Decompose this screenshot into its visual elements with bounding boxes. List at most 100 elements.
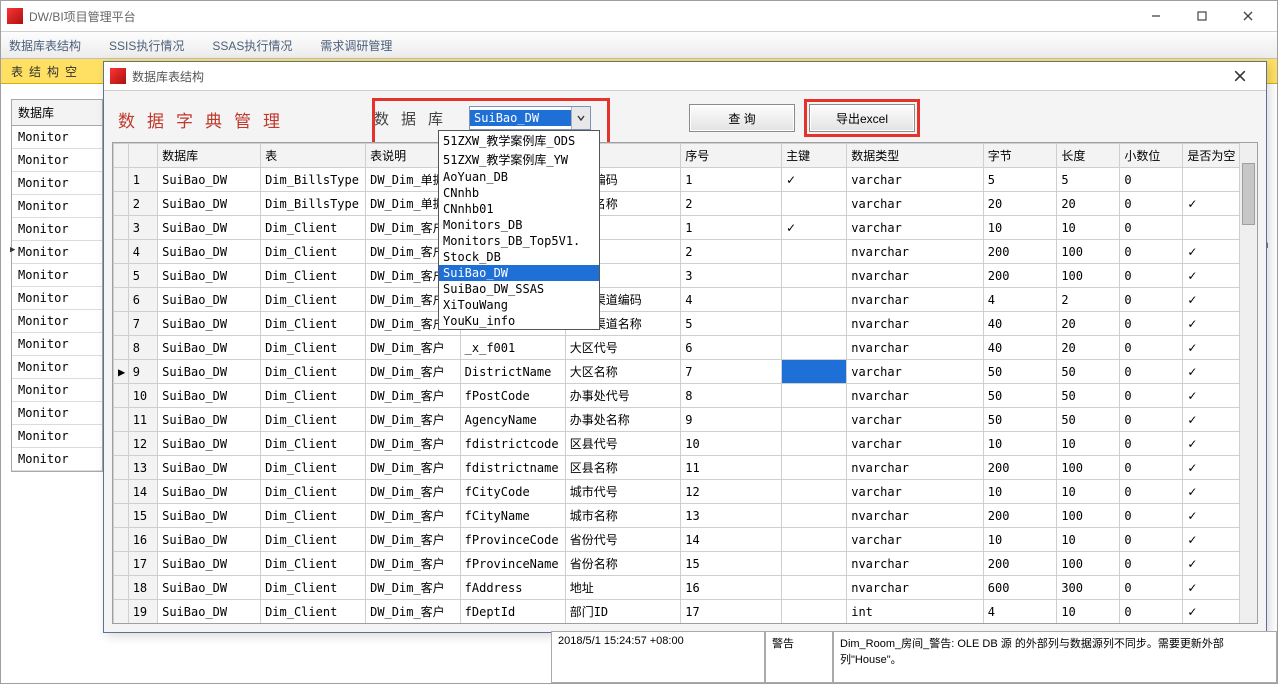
cell[interactable]: 50 — [983, 360, 1057, 384]
cell[interactable]: Dim_BillsType — [261, 168, 366, 192]
cell[interactable]: 17 — [128, 552, 157, 576]
cell[interactable]: 13 — [128, 456, 157, 480]
dropdown-option[interactable]: Monitors_DB_Top5V1. — [439, 233, 599, 249]
dropdown-option[interactable]: CNnhb — [439, 185, 599, 201]
table-row[interactable]: 7SuiBao_DWDim_ClientDW_Dim_客户DitchName销售… — [114, 312, 1257, 336]
cell[interactable]: nvarchar — [847, 456, 984, 480]
back-col-cell[interactable]: Monitor — [12, 310, 102, 333]
cell[interactable]: 5 — [128, 264, 157, 288]
cell[interactable]: DW_Dim_客户 — [366, 456, 461, 480]
cell[interactable]: Dim_Client — [261, 528, 366, 552]
cell[interactable]: varchar — [847, 480, 984, 504]
back-col-cell[interactable]: Monitor — [12, 218, 102, 241]
query-button[interactable]: 查 询 — [689, 104, 795, 132]
cell[interactable]: 10 — [983, 528, 1057, 552]
cell[interactable]: SuiBao_DW — [158, 264, 261, 288]
cell[interactable]: fCityName — [460, 504, 565, 528]
data-grid[interactable]: 数据库表表说明序号主键数据类型字节长度小数位是否为空1SuiBao_DWDim_… — [112, 142, 1258, 624]
cell[interactable]: int — [847, 600, 984, 624]
cell[interactable]: ✓ — [1183, 624, 1257, 625]
table-row[interactable]: 12SuiBao_DWDim_ClientDW_Dim_客户fdistrictc… — [114, 432, 1257, 456]
cell[interactable] — [782, 528, 847, 552]
cell[interactable]: Dim_Client — [261, 336, 366, 360]
cell[interactable]: 5 — [1057, 168, 1120, 192]
maximize-button[interactable] — [1179, 2, 1225, 30]
table-row[interactable]: 4SuiBao_DWDim_ClientDW_Dim_客户简称2nvarchar… — [114, 240, 1257, 264]
cell[interactable]: 200 — [983, 552, 1057, 576]
cell[interactable]: 14 — [681, 528, 782, 552]
cell[interactable]: 20 — [1057, 312, 1120, 336]
cell[interactable]: Dim_Client — [261, 624, 366, 625]
cell[interactable] — [114, 480, 129, 504]
cell[interactable] — [782, 192, 847, 216]
cell[interactable]: 0 — [1120, 408, 1183, 432]
cell[interactable]: 0 — [1120, 600, 1183, 624]
cell[interactable]: 7 — [128, 312, 157, 336]
cell[interactable]: 办事处名称 — [565, 408, 681, 432]
cell[interactable]: ✓ — [782, 216, 847, 240]
cell[interactable]: Dim_Client — [261, 360, 366, 384]
cell[interactable]: varchar — [847, 528, 984, 552]
back-col-cell[interactable]: Monitor — [12, 333, 102, 356]
cell[interactable]: Dim_Client — [261, 504, 366, 528]
cell[interactable]: varchar — [847, 168, 984, 192]
cell[interactable] — [782, 312, 847, 336]
cell[interactable]: 100 — [983, 624, 1057, 625]
column-header[interactable] — [128, 144, 157, 168]
cell[interactable]: 15 — [128, 504, 157, 528]
cell[interactable]: 200 — [983, 456, 1057, 480]
cell[interactable]: 10 — [1057, 528, 1120, 552]
cell[interactable]: 5 — [983, 168, 1057, 192]
cell[interactable] — [114, 504, 129, 528]
cell[interactable]: 0 — [1120, 240, 1183, 264]
cell[interactable]: fPostCode — [460, 384, 565, 408]
cell[interactable] — [114, 624, 129, 625]
cell[interactable] — [782, 504, 847, 528]
cell[interactable] — [782, 336, 847, 360]
cell[interactable]: DW_Dim_客户 — [366, 336, 461, 360]
cell[interactable]: nvarchar — [847, 288, 984, 312]
cell[interactable]: nvarchar — [847, 624, 984, 625]
cell[interactable]: 9 — [128, 360, 157, 384]
cell[interactable]: SuiBao_DW — [158, 336, 261, 360]
cell[interactable]: SuiBao_DW — [158, 288, 261, 312]
cell[interactable] — [782, 264, 847, 288]
cell[interactable] — [782, 456, 847, 480]
cell[interactable]: DW_Dim_客户 — [366, 600, 461, 624]
table-row[interactable]: 1SuiBao_DWDim_BillsTypeDW_Dim_单据类型B类型编码1… — [114, 168, 1257, 192]
chevron-down-icon[interactable] — [571, 107, 590, 129]
cell[interactable]: 0 — [1120, 432, 1183, 456]
cell[interactable]: 区县名称 — [565, 456, 681, 480]
cell[interactable]: 20 — [128, 624, 157, 625]
cell[interactable]: 1 — [681, 216, 782, 240]
cell[interactable]: 100 — [1057, 240, 1120, 264]
table-row[interactable]: 8SuiBao_DWDim_ClientDW_Dim_客户_x_f001大区代号… — [114, 336, 1257, 360]
cell[interactable]: SuiBao_DW — [158, 168, 261, 192]
cell[interactable]: Dim_Client — [261, 288, 366, 312]
cell[interactable]: 0 — [1120, 192, 1183, 216]
cell[interactable]: 200 — [983, 240, 1057, 264]
cell[interactable]: nvarchar — [847, 576, 984, 600]
cell[interactable]: nvarchar — [847, 504, 984, 528]
cell[interactable]: 2 — [681, 192, 782, 216]
cell[interactable]: 10 — [1057, 216, 1120, 240]
table-row[interactable]: 13SuiBao_DWDim_ClientDW_Dim_客户fdistrictn… — [114, 456, 1257, 480]
cell[interactable]: SuiBao_DW — [158, 312, 261, 336]
back-col-cell[interactable]: Monitor▶ — [12, 241, 102, 264]
cell[interactable]: 100 — [1057, 504, 1120, 528]
cell[interactable] — [114, 384, 129, 408]
dropdown-option[interactable]: SuiBao_DW_SSAS — [439, 281, 599, 297]
cell[interactable]: 3 — [681, 264, 782, 288]
cell[interactable]: 20 — [983, 192, 1057, 216]
cell[interactable]: 100 — [1057, 552, 1120, 576]
cell[interactable]: 16 — [681, 576, 782, 600]
cell[interactable]: 4 — [983, 600, 1057, 624]
table-row[interactable]: 2SuiBao_DWDim_BillsTypeDW_Dim_单据类型类型名称2v… — [114, 192, 1257, 216]
cell[interactable]: SuiBao_DW — [158, 528, 261, 552]
cell[interactable]: 8 — [128, 336, 157, 360]
cell[interactable]: 9 — [681, 408, 782, 432]
column-header[interactable]: 长度 — [1057, 144, 1120, 168]
cell[interactable]: 300 — [1057, 576, 1120, 600]
cell[interactable]: 18 — [128, 576, 157, 600]
cell[interactable]: SuiBao_DW — [158, 576, 261, 600]
